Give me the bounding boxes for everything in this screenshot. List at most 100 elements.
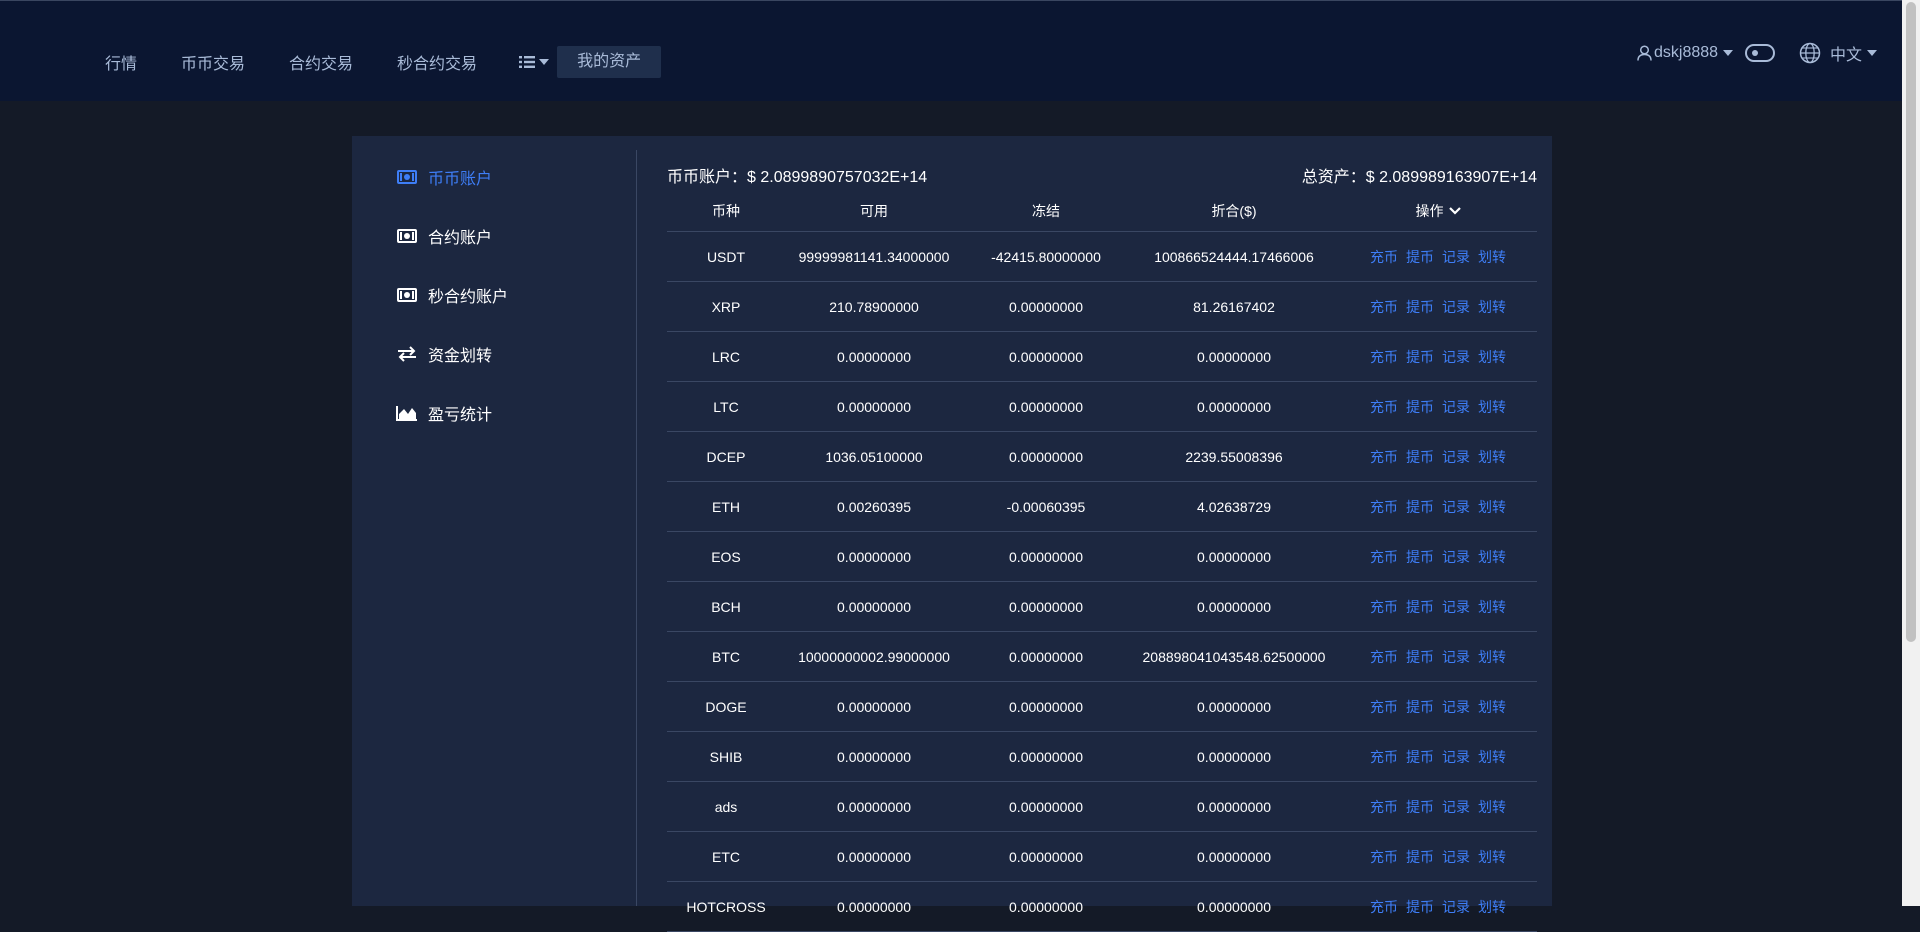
- sidebar-item-fund-transfer[interactable]: 资金划转: [396, 343, 492, 365]
- sidebar-item-pnl-stats[interactable]: 盈亏统计: [396, 402, 492, 424]
- records-link[interactable]: 记录: [1442, 247, 1470, 267]
- transfer-link[interactable]: 划转: [1478, 397, 1506, 417]
- deposit-link[interactable]: 充币: [1370, 647, 1398, 667]
- transfer-link[interactable]: 划转: [1478, 447, 1506, 467]
- user-icon: [1637, 45, 1652, 61]
- cell-actions: 充币 提币 记录 划转: [1339, 897, 1537, 917]
- exchange-arrows-icon: [396, 345, 418, 363]
- cell-currency: BTC: [712, 648, 740, 665]
- cell-equivalent: 0.00000000: [1197, 748, 1271, 765]
- cell-available: 0.00000000: [837, 348, 911, 365]
- account-balance: 币币账户：$ 2.0899890757032E+14: [667, 163, 927, 187]
- withdraw-link[interactable]: 提币: [1406, 647, 1434, 667]
- caret-down-icon: [539, 59, 550, 65]
- transfer-link[interactable]: 划转: [1478, 897, 1506, 917]
- header-actions[interactable]: 操作: [1339, 201, 1537, 221]
- transfer-link[interactable]: 划转: [1478, 297, 1506, 317]
- records-link[interactable]: 记录: [1442, 547, 1470, 567]
- transfer-link[interactable]: 划转: [1478, 247, 1506, 267]
- cell-equivalent: 0.00000000: [1197, 798, 1271, 815]
- sidebar-item-second-contract-account[interactable]: 秒合约账户: [396, 284, 508, 306]
- nav-my-assets[interactable]: 我的资产: [557, 46, 662, 78]
- withdraw-link[interactable]: 提币: [1406, 447, 1434, 467]
- deposit-link[interactable]: 充币: [1370, 397, 1398, 417]
- transfer-link[interactable]: 划转: [1478, 647, 1506, 667]
- cell-frozen: 0.00000000: [1009, 298, 1083, 315]
- deposit-link[interactable]: 充币: [1370, 297, 1398, 317]
- withdraw-link[interactable]: 提币: [1406, 247, 1434, 267]
- sidebar-item-label: 盈亏统计: [428, 407, 493, 424]
- cell-equivalent: 0.00000000: [1197, 898, 1271, 915]
- language-selector[interactable]: 中文: [1799, 41, 1878, 65]
- deposit-link[interactable]: 充币: [1370, 447, 1398, 467]
- deposit-link[interactable]: 充币: [1370, 797, 1398, 817]
- deposit-link[interactable]: 充币: [1370, 747, 1398, 767]
- records-link[interactable]: 记录: [1442, 747, 1470, 767]
- withdraw-link[interactable]: 提币: [1406, 497, 1434, 517]
- page-scrollbar[interactable]: [1902, 0, 1920, 906]
- withdraw-link[interactable]: 提币: [1406, 547, 1434, 567]
- list-icon: [519, 56, 536, 68]
- records-link[interactable]: 记录: [1442, 347, 1470, 367]
- table-row: SHIB 0.00000000 0.00000000 0.00000000 充币 提币 记录…: [667, 732, 1537, 782]
- cell-currency: USDT: [706, 248, 746, 265]
- cell-frozen: 0.00000000: [1009, 448, 1083, 465]
- cell-actions: 充币 提币 记录 划转: [1339, 497, 1537, 517]
- transfer-link[interactable]: 划转: [1478, 797, 1506, 817]
- transfer-link[interactable]: 划转: [1478, 547, 1506, 567]
- records-link[interactable]: 记录: [1442, 597, 1470, 617]
- nav-second-contract-trading[interactable]: 秒合约交易: [397, 50, 477, 74]
- records-link[interactable]: 记录: [1442, 297, 1470, 317]
- records-link[interactable]: 记录: [1442, 447, 1470, 467]
- withdraw-link[interactable]: 提币: [1406, 397, 1434, 417]
- transfer-link[interactable]: 划转: [1478, 697, 1506, 717]
- records-link[interactable]: 记录: [1442, 647, 1470, 667]
- records-link[interactable]: 记录: [1442, 497, 1470, 517]
- records-link[interactable]: 记录: [1442, 847, 1470, 867]
- nav-spot-trading[interactable]: 币币交易: [181, 50, 245, 74]
- sidebar-item-spot-account[interactable]: 币币账户: [396, 166, 492, 188]
- deposit-link[interactable]: 充币: [1370, 547, 1398, 567]
- withdraw-link[interactable]: 提币: [1406, 597, 1434, 617]
- cell-actions: 充币 提币 记录 划转: [1339, 447, 1537, 467]
- sidebar-item-label: 合约账户: [428, 230, 493, 247]
- withdraw-link[interactable]: 提币: [1406, 697, 1434, 717]
- withdraw-link[interactable]: 提币: [1406, 797, 1434, 817]
- records-link[interactable]: 记录: [1442, 897, 1470, 917]
- withdraw-link[interactable]: 提币: [1406, 847, 1434, 867]
- username[interactable]: dskj8888: [1654, 44, 1718, 62]
- cell-available: 0.00000000: [837, 548, 911, 565]
- sidebar-item-contract-account[interactable]: 合约账户: [396, 225, 492, 247]
- cell-equivalent: 0.00000000: [1197, 398, 1271, 415]
- scrollbar-thumb[interactable]: [1906, 2, 1916, 642]
- deposit-link[interactable]: 充币: [1370, 247, 1398, 267]
- withdraw-link[interactable]: 提币: [1406, 897, 1434, 917]
- withdraw-link[interactable]: 提币: [1406, 297, 1434, 317]
- withdraw-link[interactable]: 提币: [1406, 347, 1434, 367]
- deposit-link[interactable]: 充币: [1370, 347, 1398, 367]
- transfer-link[interactable]: 划转: [1478, 847, 1506, 867]
- user-caret-down-icon[interactable]: [1723, 50, 1734, 56]
- deposit-link[interactable]: 充币: [1370, 597, 1398, 617]
- records-link[interactable]: 记录: [1442, 397, 1470, 417]
- records-link[interactable]: 记录: [1442, 697, 1470, 717]
- nav-more-dropdown[interactable]: [519, 55, 550, 69]
- deposit-link[interactable]: 充币: [1370, 897, 1398, 917]
- nav-market[interactable]: 行情: [105, 50, 137, 74]
- header-equivalent: 折合($): [1211, 202, 1257, 219]
- balance-summary: 币币账户：$ 2.0899890757032E+14 总资产：$ 2.08998…: [667, 163, 1537, 186]
- withdraw-link[interactable]: 提币: [1406, 747, 1434, 767]
- deposit-link[interactable]: 充币: [1370, 497, 1398, 517]
- nav-contract-trading[interactable]: 合约交易: [289, 50, 353, 74]
- deposit-link[interactable]: 充币: [1370, 847, 1398, 867]
- account-balance-value: $ 2.0899890757032E+14: [747, 169, 928, 186]
- transfer-link[interactable]: 划转: [1478, 747, 1506, 767]
- table-row: EOS 0.00000000 0.00000000 0.00000000 充币 提币 记录划…: [667, 532, 1537, 582]
- deposit-link[interactable]: 充币: [1370, 697, 1398, 717]
- transfer-link[interactable]: 划转: [1478, 597, 1506, 617]
- records-link[interactable]: 记录: [1442, 797, 1470, 817]
- transfer-link[interactable]: 划转: [1478, 497, 1506, 517]
- transfer-link[interactable]: 划转: [1478, 347, 1506, 367]
- cell-frozen: 0.00000000: [1009, 898, 1083, 915]
- theme-toggle[interactable]: [1745, 44, 1776, 62]
